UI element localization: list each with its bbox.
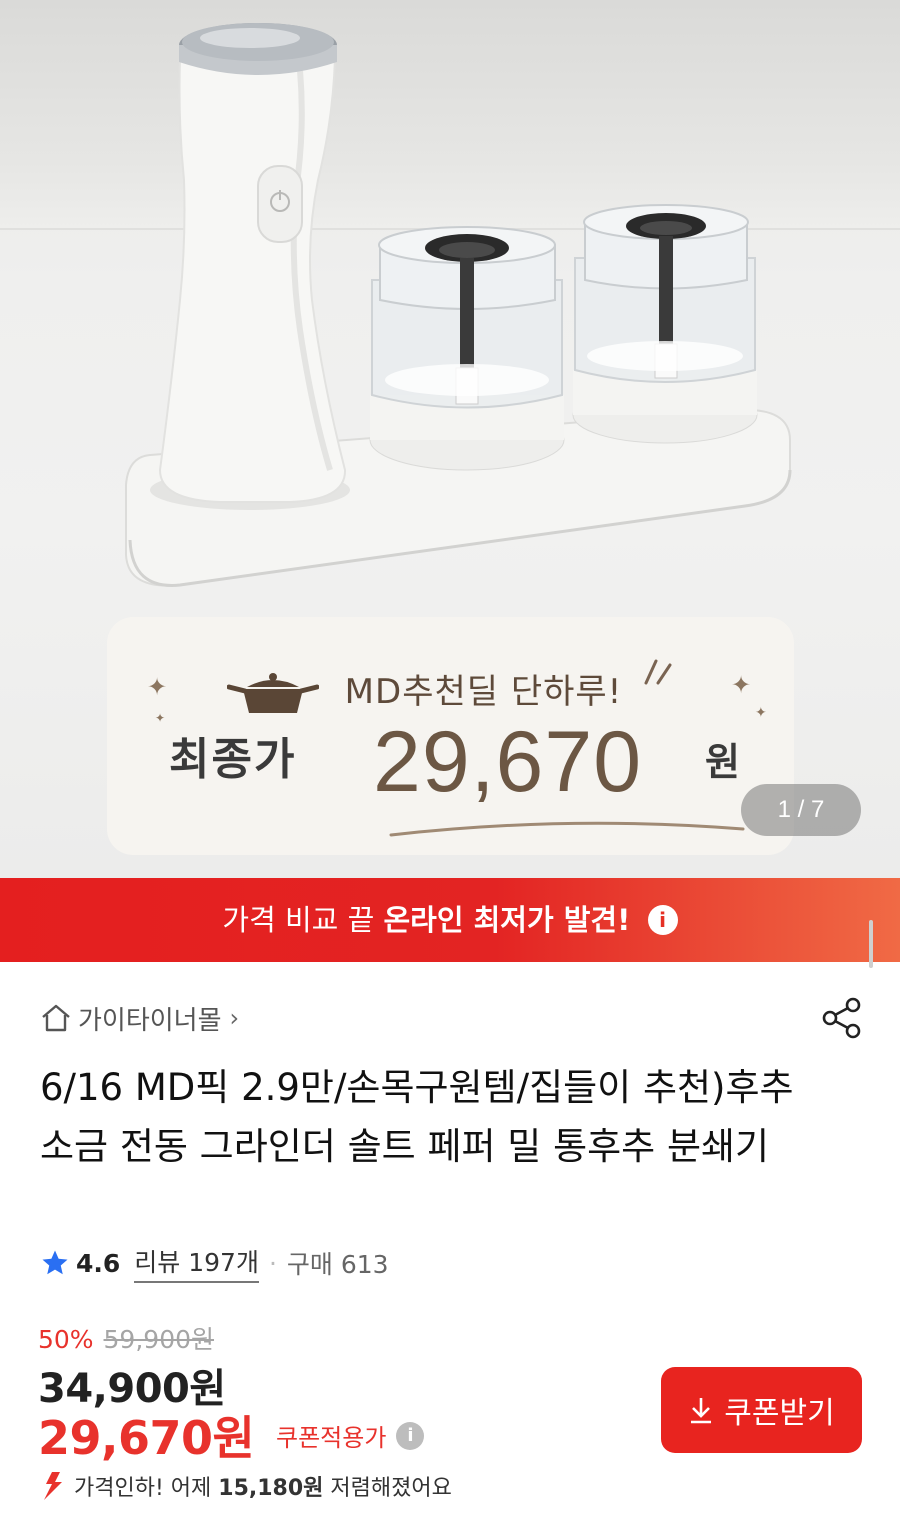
download-icon <box>691 1398 712 1424</box>
discount-row: 50% 59,900원 <box>38 1320 214 1356</box>
price-drop-suffix: 저렴해졌어요 <box>330 1476 452 1501</box>
star-icon <box>42 1250 68 1275</box>
image-counter: 1 / 7 <box>741 784 861 836</box>
info-icon[interactable]: i <box>396 1421 425 1450</box>
lowest-price-banner[interactable]: 가격 비교 끝 온라인 최저가 발견! i <box>0 878 900 962</box>
rating-score: 4.6 <box>76 1248 121 1278</box>
coupon-final-price: 29,670원 <box>38 1411 255 1465</box>
coupon-applied-label: 쿠폰적용가 <box>276 1424 387 1452</box>
arrow-down-icon <box>44 1472 62 1500</box>
discount-percent: 50% <box>38 1325 94 1354</box>
original-price: 59,900원 <box>103 1325 215 1354</box>
price-drop-prefix: 가격인하! 어제 <box>74 1476 212 1501</box>
promo-final-label: 최종가 <box>169 734 297 785</box>
store-name: 가이타이너몰 <box>78 1005 222 1036</box>
purchase-count: 구매 613 <box>286 1250 389 1279</box>
banner-text-bold: 온라인 최저가 발견! <box>383 903 631 937</box>
price-drop-amount: 15,180원 <box>218 1476 324 1501</box>
pan-icon <box>226 672 319 713</box>
share-icon[interactable] <box>820 996 864 1040</box>
chevron-right-icon: › <box>229 1004 240 1032</box>
store-link[interactable]: 가이타이너몰 › <box>40 1000 239 1036</box>
scrollbar[interactable] <box>869 920 873 968</box>
rating-row: 4.6 리뷰 197개 · 구매 613 <box>40 1243 389 1283</box>
product-image-carousel[interactable]: ✦ ✦ ✦ ✦ MD추천딜 단하루! 최종가 29,670 원 1 / 7 <box>0 0 900 878</box>
separator: · <box>268 1248 277 1278</box>
review-count-link[interactable]: 리뷰 197개 <box>134 1243 259 1283</box>
banner-text-prefix: 가격 비교 끝 <box>222 903 375 937</box>
promo-card: ✦ ✦ ✦ ✦ MD추천딜 단하루! 최종가 29,670 원 <box>107 617 794 855</box>
info-icon[interactable]: i <box>647 905 678 935</box>
promo-headline: MD추천딜 단하루! <box>344 672 623 712</box>
coupon-applied-label-row: 쿠폰적용가 i <box>276 1418 425 1453</box>
get-coupon-button[interactable]: 쿠폰받기 <box>661 1367 862 1453</box>
promo-final-price: 29,670 <box>373 714 643 810</box>
home-icon <box>42 1004 70 1032</box>
price-drop-notice: 가격인하! 어제 15,180원 저렴해졌어요 <box>38 1470 452 1502</box>
product-title: 6/16 MD픽 2.9만/손목구원템/집들이 추천)후추 소금 전동 그라인더… <box>40 1066 794 1168</box>
price-underline <box>389 821 745 837</box>
get-coupon-label: 쿠폰받기 <box>724 1396 835 1431</box>
promo-price-unit: 원 <box>705 740 740 784</box>
emphasis-lines-icon <box>644 659 672 685</box>
promo-headline-row: MD추천딜 단하루! <box>107 657 794 719</box>
